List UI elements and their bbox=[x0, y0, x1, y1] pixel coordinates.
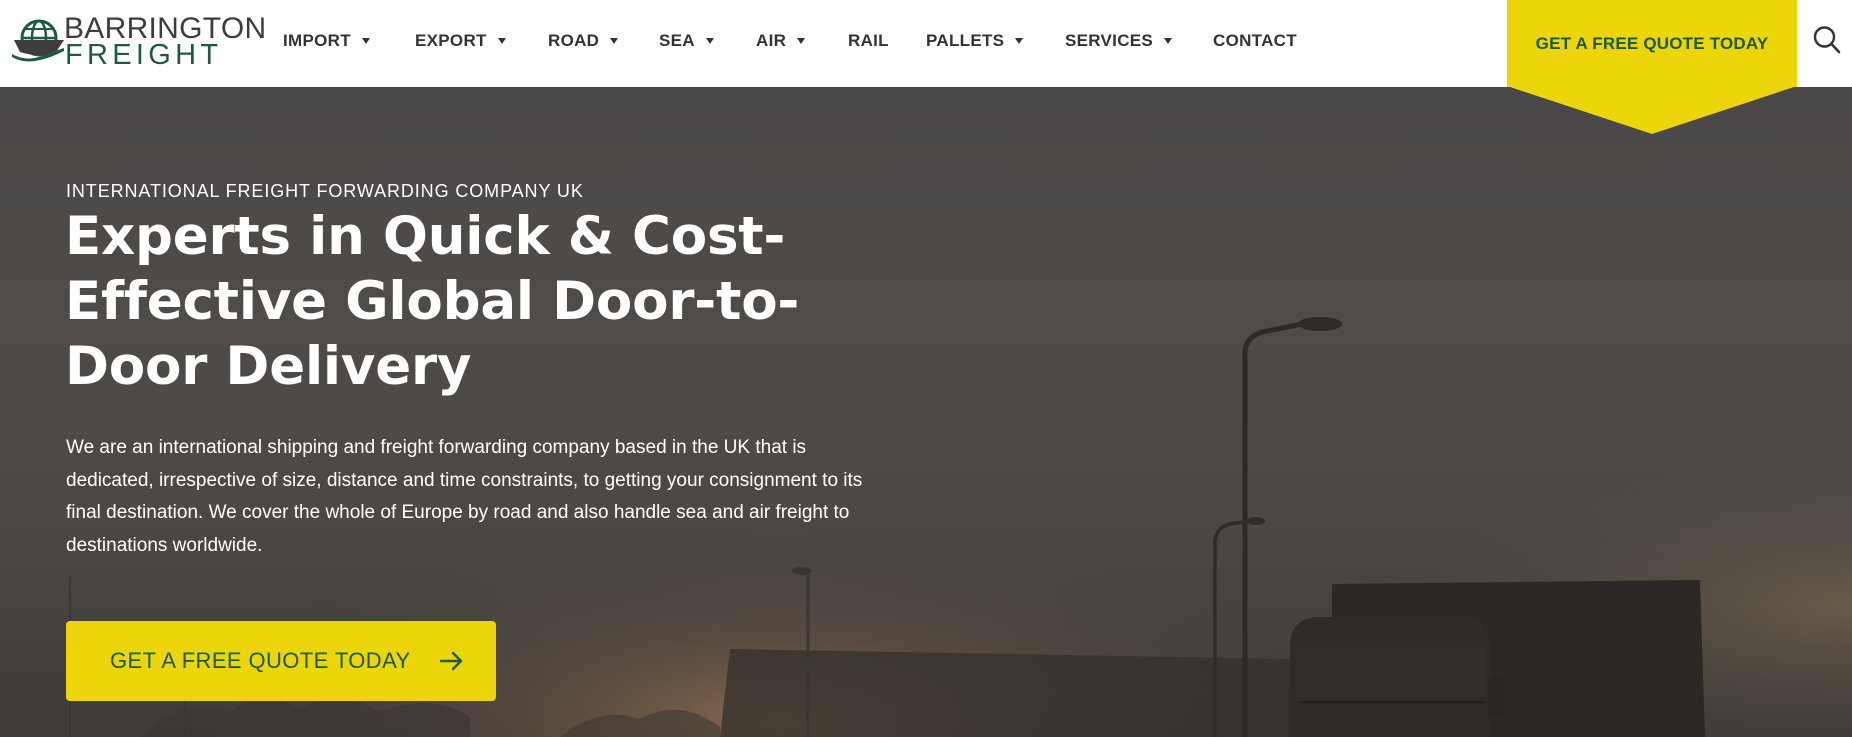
nav-item-label: RAIL bbox=[848, 31, 889, 50]
search-icon[interactable] bbox=[1812, 24, 1842, 56]
nav-item-label: IMPORT bbox=[283, 31, 351, 50]
logo[interactable]: BARRINGTON FREIGHT bbox=[12, 14, 266, 70]
logo-text-freight: FREIGHT bbox=[65, 39, 223, 71]
nav-item-sea[interactable]: SEA bbox=[659, 29, 714, 53]
hero-headline-line: Effective Global Door-to- bbox=[65, 271, 800, 332]
nav-item-import[interactable]: IMPORT bbox=[283, 29, 370, 53]
nav-item-label: CONTACT bbox=[1213, 31, 1297, 50]
nav-item-contact[interactable]: CONTACT bbox=[1213, 29, 1297, 53]
hero-headline-line: Door Delivery bbox=[65, 336, 472, 397]
header-quote-chevron bbox=[1507, 86, 1797, 134]
hero-intro-text: We are an international shipping and fre… bbox=[66, 432, 886, 562]
logo-globe-ship-icon bbox=[12, 19, 64, 62]
hero-intro-line: destinations worldwide. bbox=[66, 534, 263, 556]
nav-item-label: ROAD bbox=[548, 31, 600, 50]
caret-down-icon bbox=[361, 38, 370, 44]
caret-down-icon bbox=[610, 38, 619, 44]
nav-item-rail[interactable]: RAIL bbox=[848, 29, 889, 53]
hero-intro-line: final destination. We cover the whole of… bbox=[66, 502, 850, 523]
nav-item-services[interactable]: SERVICES bbox=[1065, 29, 1173, 53]
hero-headline: Experts in Quick & Cost- Effective Globa… bbox=[65, 204, 885, 399]
nav-item-label: AIR bbox=[756, 31, 787, 50]
hero-headline-line: Experts in Quick & Cost- bbox=[65, 206, 786, 267]
nav-item-pallets[interactable]: PALLETS bbox=[926, 29, 1024, 53]
hero-intro-line: We are an international shipping and fre… bbox=[66, 437, 807, 458]
caret-down-icon bbox=[705, 38, 714, 44]
arrow-right-icon bbox=[440, 651, 463, 671]
nav-item-label: SEA bbox=[659, 31, 695, 50]
hero-quote-button-label: GET A FREE QUOTE TODAY bbox=[110, 648, 411, 673]
nav-item-label: PALLETS bbox=[926, 31, 1005, 50]
caret-down-icon bbox=[797, 38, 806, 44]
hero-intro-line: dedicated, irrespective of size, distanc… bbox=[66, 469, 863, 491]
nav-item-road[interactable]: ROAD bbox=[548, 29, 619, 53]
nav-item-export[interactable]: EXPORT bbox=[415, 29, 506, 53]
hero-eyebrow: INTERNATIONAL FREIGHT FORWARDING COMPANY… bbox=[66, 181, 584, 201]
nav-item-air[interactable]: AIR bbox=[756, 29, 806, 53]
hero-quote-button[interactable]: GET A FREE QUOTE TODAY bbox=[66, 621, 496, 701]
hero-section: INTERNATIONAL FREIGHT FORWARDING COMPANY… bbox=[0, 87, 1852, 737]
caret-down-icon bbox=[1015, 38, 1024, 44]
caret-down-icon bbox=[497, 38, 506, 44]
header-quote-button[interactable]: GET A FREE QUOTE TODAY bbox=[1507, 0, 1797, 87]
nav-item-label: SERVICES bbox=[1065, 31, 1154, 50]
caret-down-icon bbox=[1164, 38, 1173, 44]
site-header: BARRINGTON FREIGHT IMPORT EXPORT ROAD SE… bbox=[0, 0, 1852, 87]
nav-item-label: EXPORT bbox=[415, 31, 487, 50]
